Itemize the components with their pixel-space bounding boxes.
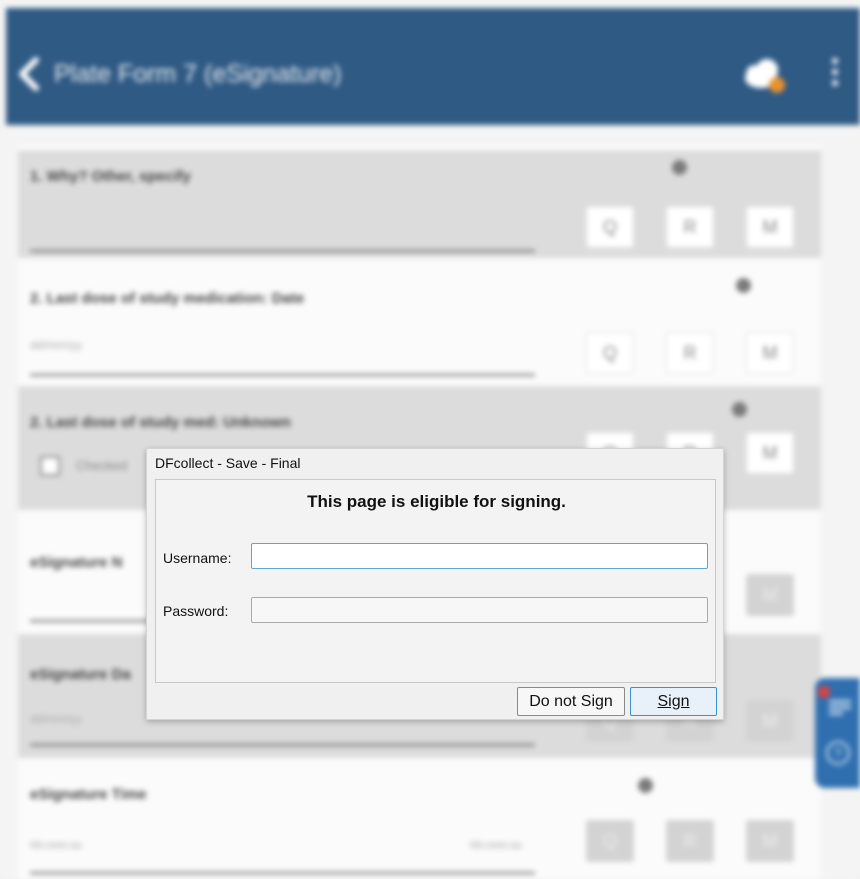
more-vert-icon[interactable]	[830, 58, 840, 94]
app-bar: Plate Form 7 (eSignature)	[6, 8, 860, 125]
question-label: eSignature Time	[30, 786, 147, 803]
username-label: Username:	[163, 550, 232, 566]
query-button[interactable]: Q	[586, 206, 634, 248]
sign-label: Sign	[657, 692, 690, 710]
date-input-hint[interactable]: dd/mm/yy	[30, 712, 82, 726]
help-icon[interactable]	[732, 402, 747, 417]
reason-button[interactable]: R	[666, 820, 714, 862]
back-chevron-icon[interactable]	[14, 54, 42, 94]
field-underline	[30, 250, 535, 252]
cloud-sync-icon[interactable]	[739, 56, 791, 96]
signing-dialog: DFcollect - Save - Final This page is el…	[146, 448, 724, 720]
help-circle-icon[interactable]: ?	[825, 740, 851, 766]
dialog-panel: This page is eligible for signing. Usern…	[155, 479, 716, 683]
missing-button[interactable]: M	[746, 332, 794, 374]
query-button[interactable]: Q	[586, 820, 634, 862]
password-input[interactable]	[251, 597, 708, 623]
missing-button[interactable]: M	[746, 432, 794, 474]
help-icon[interactable]	[672, 160, 687, 175]
unknown-checkbox[interactable]	[40, 456, 60, 476]
field-underline	[30, 744, 535, 746]
password-label: Password:	[163, 603, 229, 619]
checkbox-label: Checked	[76, 458, 128, 473]
reason-button[interactable]: R	[666, 332, 714, 374]
field-underline	[30, 374, 535, 376]
question-label: eSignature N	[30, 554, 123, 571]
help-icon[interactable]	[638, 778, 653, 793]
form-row-q6: eSignature Time hh:mm:ss hh:mm:ss Q R M	[18, 758, 821, 879]
dialog-message: This page is eligible for signing.	[307, 492, 566, 511]
date-input-hint[interactable]: dd/mm/yy	[30, 338, 82, 352]
help-icon[interactable]	[736, 278, 751, 293]
field-underline	[30, 872, 535, 874]
page-title: Plate Form 7 (eSignature)	[54, 60, 342, 88]
question-label: 2. Last dose of study med: Unknown	[30, 414, 291, 431]
background-app: Plate Form 7 (eSignature) 1. Why? Other,…	[0, 0, 860, 879]
floating-action-panel[interactable]: ?	[815, 678, 860, 788]
do-not-sign-button[interactable]: Do not Sign	[517, 687, 625, 716]
missing-button[interactable]: M	[746, 574, 794, 616]
reason-button[interactable]: R	[666, 206, 714, 248]
do-not-sign-label: Do not Sign	[529, 692, 613, 710]
list-icon[interactable]	[829, 700, 851, 716]
missing-button[interactable]: M	[746, 206, 794, 248]
form-row-q1: 1. Why? Other, specify Q R M	[18, 150, 821, 258]
form-row-q2: 2. Last dose of study medication: Date d…	[18, 258, 821, 386]
question-label: 2. Last dose of study medication: Date	[30, 290, 305, 307]
notification-badge	[818, 686, 830, 698]
missing-button[interactable]: M	[746, 820, 794, 862]
question-label: eSignature Da	[30, 666, 131, 683]
svg-text:?: ?	[834, 745, 842, 761]
username-input[interactable]	[251, 543, 708, 569]
time-input-hint[interactable]: hh:mm:ss	[30, 838, 82, 852]
time-format-unit: hh:mm:ss	[470, 838, 523, 852]
sign-button[interactable]: Sign	[630, 687, 717, 716]
question-label: 1. Why? Other, specify	[30, 168, 191, 185]
dialog-title: DFcollect - Save - Final	[155, 455, 301, 471]
missing-button[interactable]: M	[746, 700, 794, 742]
query-button[interactable]: Q	[586, 332, 634, 374]
